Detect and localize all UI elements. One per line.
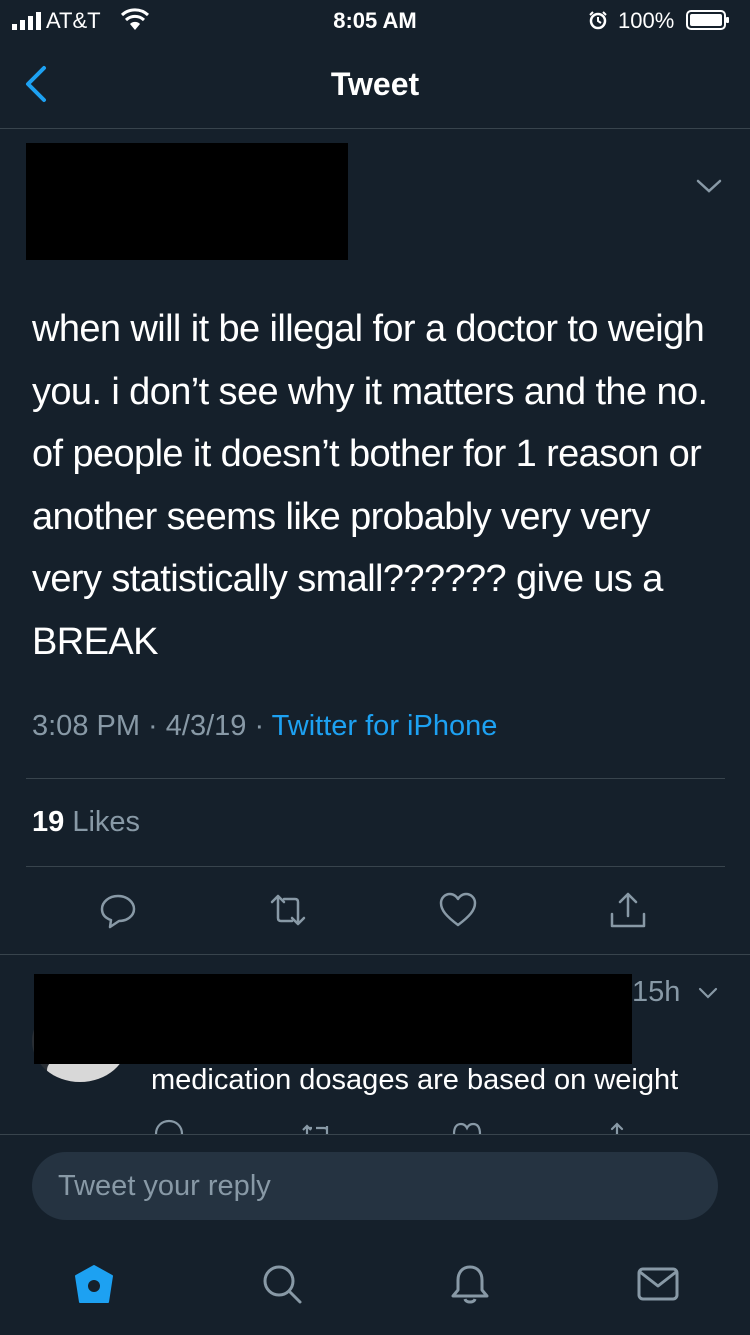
reply-icon[interactable] [98, 890, 138, 930]
status-bar: AT&T 8:05 AM 100% [0, 0, 750, 40]
divider [26, 866, 725, 867]
messages-icon[interactable] [636, 1262, 680, 1306]
tweet-text: when will it be illegal for a doctor to … [32, 308, 708, 663]
like-icon[interactable] [438, 890, 478, 930]
reply-time: 15h [632, 976, 681, 1008]
battery-icon [686, 10, 729, 30]
redacted-author-block [26, 143, 348, 260]
retweet-icon[interactable] [268, 890, 308, 930]
search-icon[interactable] [260, 1262, 304, 1306]
tweet-source-link[interactable]: Twitter for iPhone [272, 710, 498, 742]
divider [0, 954, 750, 955]
share-icon[interactable] [602, 1118, 632, 1134]
retweet-icon[interactable] [300, 1118, 330, 1134]
home-icon[interactable] [72, 1262, 116, 1306]
nav-bar: Tweet [0, 40, 750, 129]
like-icon[interactable] [452, 1118, 482, 1134]
redacted-reply-author [34, 974, 632, 1064]
meta-separator: · [246, 710, 272, 742]
alarm-icon [589, 11, 607, 30]
tweet-date: 4/3/19 [165, 710, 247, 742]
likes-count[interactable]: 19 Likes [32, 806, 140, 839]
chevron-down-icon[interactable] [694, 176, 724, 196]
likes-number: 19 [32, 806, 65, 838]
notifications-icon[interactable] [448, 1262, 492, 1306]
meta-separator: · [140, 710, 166, 742]
likes-label: Likes [72, 806, 141, 838]
reply-input[interactable] [32, 1152, 718, 1220]
reply-text: medication dosages are based on weight [151, 1064, 679, 1096]
divider [26, 778, 725, 779]
page-title: Tweet [330, 66, 420, 102]
reply-icon[interactable] [154, 1118, 184, 1134]
share-icon[interactable] [608, 890, 648, 930]
chevron-down-icon[interactable] [697, 986, 719, 1000]
tweet-time: 3:08 PM [32, 710, 140, 742]
battery-percent: 100% [618, 8, 675, 33]
tweet-meta: 3:08 PM · 4/3/19 · Twitter for iPhone [32, 710, 497, 743]
